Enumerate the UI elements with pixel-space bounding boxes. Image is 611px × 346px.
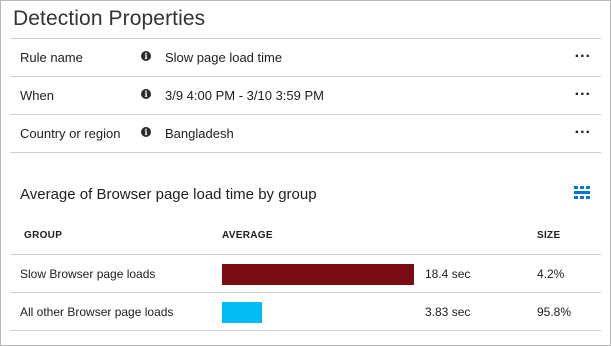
column-header-average[interactable]: AVERAGE — [222, 230, 273, 241]
more-icon[interactable]: ... — [575, 121, 591, 137]
table-row[interactable]: All other Browser page loads 3.83 sec 95… — [10, 293, 601, 331]
average-bar — [222, 264, 414, 285]
grid-view-icon[interactable] — [574, 186, 590, 200]
group-name: Slow Browser page loads — [20, 267, 156, 281]
group-name: All other Browser page loads — [20, 305, 174, 319]
size-value: 4.2% — [537, 267, 565, 281]
average-value: 3.83 sec — [425, 305, 471, 319]
property-value: Slow page load time — [165, 50, 283, 65]
average-bar — [222, 302, 262, 323]
panel-title: Detection Properties — [13, 7, 206, 30]
info-icon[interactable]: i — [141, 89, 151, 99]
property-label: Rule name — [20, 50, 83, 65]
property-label: When — [20, 88, 54, 103]
more-icon[interactable]: ... — [575, 83, 591, 99]
more-icon[interactable]: ... — [575, 45, 591, 61]
property-row-rule-name: Rule name i Slow page load time ... — [10, 39, 601, 77]
column-header-group[interactable]: GROUP — [24, 230, 62, 241]
property-row-when: When i 3/9 4:00 PM - 3/10 3:59 PM ... — [10, 77, 601, 115]
info-icon[interactable]: i — [141, 51, 151, 61]
average-value: 18.4 sec — [425, 267, 471, 281]
property-label: Country or region — [20, 126, 121, 141]
info-icon[interactable]: i — [141, 127, 151, 137]
property-value: Bangladesh — [165, 126, 234, 141]
table-row[interactable]: Slow Browser page loads 18.4 sec 4.2% — [10, 255, 601, 293]
size-value: 95.8% — [537, 305, 572, 319]
group-table-title: Average of Browser page load time by gro… — [20, 186, 317, 203]
column-header-size[interactable]: SIZE — [537, 230, 560, 241]
property-value: 3/9 4:00 PM - 3/10 3:59 PM — [165, 88, 324, 103]
property-row-country: Country or region i Bangladesh ... — [10, 115, 601, 153]
detection-properties-panel: Detection Properties Rule name i Slow pa… — [0, 0, 611, 346]
